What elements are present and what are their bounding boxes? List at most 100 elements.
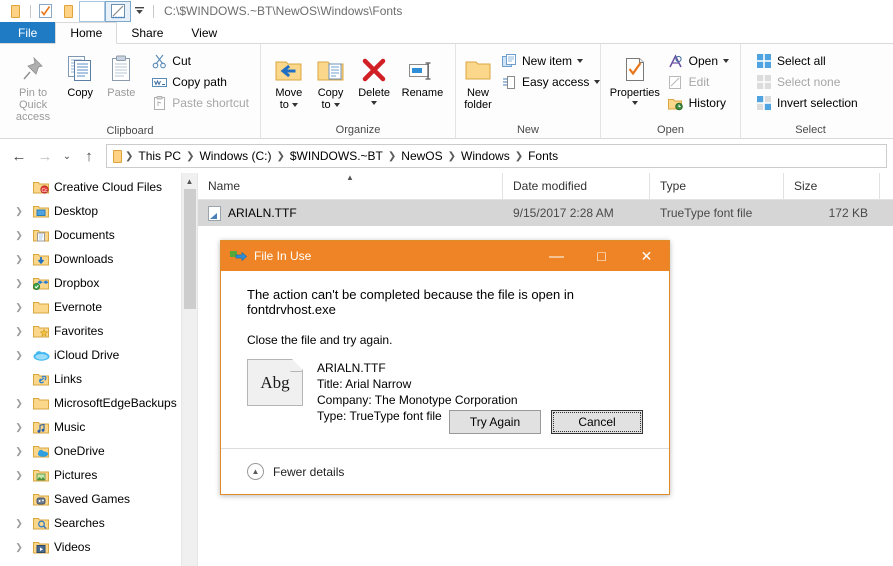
sidebar-item-creative-cloud-files[interactable]: Cc Creative Cloud Files xyxy=(0,175,197,199)
back-button[interactable]: ← xyxy=(6,143,32,169)
recent-locations-button[interactable]: ⌄ xyxy=(58,143,76,169)
copy-button[interactable]: Copy xyxy=(61,49,99,99)
move-to-button[interactable]: Move to xyxy=(268,49,310,111)
paste-shortcut-icon xyxy=(151,95,167,111)
up-button[interactable]: ↑ xyxy=(76,143,102,169)
chevron-right-icon[interactable]: ❯ xyxy=(8,398,30,409)
scrollbar-thumb[interactable] xyxy=(184,189,196,309)
evernote-folder-icon xyxy=(30,300,52,314)
file-explorer-window: C:\$WINDOWS.~BT\NewOS\Windows\Fonts File… xyxy=(0,0,893,566)
chevron-right-icon[interactable]: ❯ xyxy=(8,302,30,313)
sidebar-item-icloud-drive[interactable]: ❯ iCloud Drive xyxy=(0,343,197,367)
tab-home[interactable]: Home xyxy=(55,22,118,44)
breadcrumb-newos[interactable]: NewOS xyxy=(397,149,446,163)
move-file-icon xyxy=(230,249,247,263)
qat-customize-dropdown[interactable] xyxy=(131,1,147,21)
close-button[interactable]: ✕ xyxy=(624,241,669,271)
sidebar-item-saved-games[interactable]: Saved Games xyxy=(0,487,197,511)
links-folder-icon xyxy=(30,372,52,386)
qat-new-folder-icon[interactable] xyxy=(57,1,79,21)
chevron-right-icon[interactable]: ❯ xyxy=(8,542,30,553)
invert-selection-button[interactable]: Invert selection xyxy=(752,93,862,113)
chevron-down-icon xyxy=(333,103,340,107)
select-all-button[interactable]: Select all xyxy=(752,51,862,71)
column-header-name[interactable]: ▲ Name xyxy=(198,173,503,199)
properties-button[interactable]: Properties xyxy=(608,49,662,105)
rename-button[interactable]: Rename xyxy=(397,49,448,99)
tab-view[interactable]: View xyxy=(177,22,231,44)
breadcrumb-separator[interactable]: ❯ xyxy=(447,151,457,162)
sidebar-item-downloads[interactable]: ❯ Downloads xyxy=(0,247,197,271)
edit-button[interactable]: Edit xyxy=(664,72,733,92)
sidebar-item-searches[interactable]: ❯ Searches xyxy=(0,511,197,535)
fewer-details-link[interactable]: Fewer details xyxy=(273,465,344,479)
qat-folder-icon[interactable] xyxy=(4,1,26,21)
chevron-right-icon[interactable]: ❯ xyxy=(8,470,30,481)
qat-blank-icon[interactable] xyxy=(79,0,105,22)
minimize-button[interactable]: — xyxy=(534,241,579,271)
copy-to-button[interactable]: Copy to xyxy=(310,49,352,111)
scroll-up-arrow-icon[interactable]: ▲ xyxy=(182,173,197,189)
breadcrumb-windows-bt[interactable]: $WINDOWS.~BT xyxy=(286,149,387,163)
sidebar-item-dropbox[interactable]: ❯ Dropbox xyxy=(0,271,197,295)
chevron-right-icon[interactable]: ❯ xyxy=(8,422,30,433)
chevron-right-icon[interactable]: ❯ xyxy=(8,278,30,289)
column-header-type[interactable]: Type xyxy=(650,173,784,199)
chevron-right-icon[interactable]: ❯ xyxy=(8,206,30,217)
breadcrumb-separator[interactable]: ❯ xyxy=(185,151,195,162)
breadcrumb-windows-c[interactable]: Windows (C:) xyxy=(195,149,275,163)
column-header-date-modified[interactable]: Date modified xyxy=(503,173,650,199)
paste-shortcut-button[interactable]: Paste shortcut xyxy=(147,93,253,113)
try-again-button[interactable]: Try Again xyxy=(449,410,541,434)
paste-button[interactable]: Paste xyxy=(101,49,141,99)
chevron-up-icon[interactable]: ▲ xyxy=(247,463,264,480)
select-none-button[interactable]: Select none xyxy=(752,72,862,92)
pin-to-quick-access-button[interactable]: Pin to Quick access xyxy=(7,49,59,123)
new-item-button[interactable]: New item xyxy=(497,51,604,71)
table-row[interactable]: ARIALN.TTF 9/15/2017 2:28 AM TrueType fo… xyxy=(198,200,893,226)
sidebar-item-desktop[interactable]: ❯ Desktop xyxy=(0,199,197,223)
chevron-right-icon[interactable]: ❯ xyxy=(8,254,30,265)
sidebar-item-label: Saved Games xyxy=(54,492,131,506)
copy-path-button[interactable]: Copy path xyxy=(147,72,253,92)
chevron-right-icon[interactable]: ❯ xyxy=(8,518,30,529)
breadcrumb-fonts[interactable]: Fonts xyxy=(524,149,562,163)
cancel-button[interactable]: Cancel xyxy=(551,410,643,434)
sidebar-item-onedrive[interactable]: ❯ OneDrive xyxy=(0,439,197,463)
delete-button[interactable]: Delete xyxy=(351,49,396,105)
qat-rename-icon[interactable] xyxy=(105,0,131,22)
open-button[interactable]: Open xyxy=(664,51,733,71)
truetype-font-file-icon xyxy=(208,205,221,221)
navigation-pane-scrollbar[interactable]: ▲ xyxy=(181,173,197,566)
dialog-title-bar[interactable]: File In Use — □ ✕ xyxy=(221,241,669,271)
breadcrumb-this-pc[interactable]: This PC xyxy=(134,149,185,163)
chevron-right-icon[interactable]: ❯ xyxy=(8,446,30,457)
chevron-right-icon[interactable]: ❯ xyxy=(8,326,30,337)
sidebar-item-pictures[interactable]: ❯ Pictures xyxy=(0,463,197,487)
forward-button[interactable]: → xyxy=(32,143,58,169)
breadcrumb-separator[interactable]: ❯ xyxy=(514,151,524,162)
breadcrumb-separator[interactable]: ❯ xyxy=(387,151,397,162)
chevron-right-icon[interactable]: ❯ xyxy=(8,350,30,361)
address-bar[interactable]: ❯ This PC ❯ Windows (C:) ❯ $WINDOWS.~BT … xyxy=(106,144,887,168)
chevron-right-icon[interactable]: ❯ xyxy=(8,230,30,241)
cut-button[interactable]: Cut xyxy=(147,51,253,71)
sidebar-item-links[interactable]: Links xyxy=(0,367,197,391)
breadcrumb-separator[interactable]: ❯ xyxy=(275,151,285,162)
sidebar-item-music[interactable]: ❯ Music xyxy=(0,415,197,439)
breadcrumb-windows[interactable]: Windows xyxy=(457,149,514,163)
tab-share[interactable]: Share xyxy=(117,22,177,44)
column-header-size[interactable]: Size xyxy=(784,173,880,199)
sidebar-item-this-pc[interactable]: ❯ This PC xyxy=(0,559,197,566)
sidebar-item-documents[interactable]: ❯ Documents xyxy=(0,223,197,247)
sidebar-item-videos[interactable]: ❯ Videos xyxy=(0,535,197,559)
maximize-button[interactable]: □ xyxy=(579,241,624,271)
sidebar-item-microsoftedgebackups[interactable]: ❯ MicrosoftEdgeBackups xyxy=(0,391,197,415)
easy-access-button[interactable]: Easy access xyxy=(497,72,604,92)
tab-file[interactable]: File xyxy=(0,22,56,44)
history-button[interactable]: History xyxy=(664,93,733,113)
sidebar-item-evernote[interactable]: ❯ Evernote xyxy=(0,295,197,319)
sidebar-item-favorites[interactable]: ❯ Favorites xyxy=(0,319,197,343)
qat-properties-icon[interactable] xyxy=(35,1,57,21)
new-folder-button[interactable]: New folder xyxy=(463,49,493,111)
